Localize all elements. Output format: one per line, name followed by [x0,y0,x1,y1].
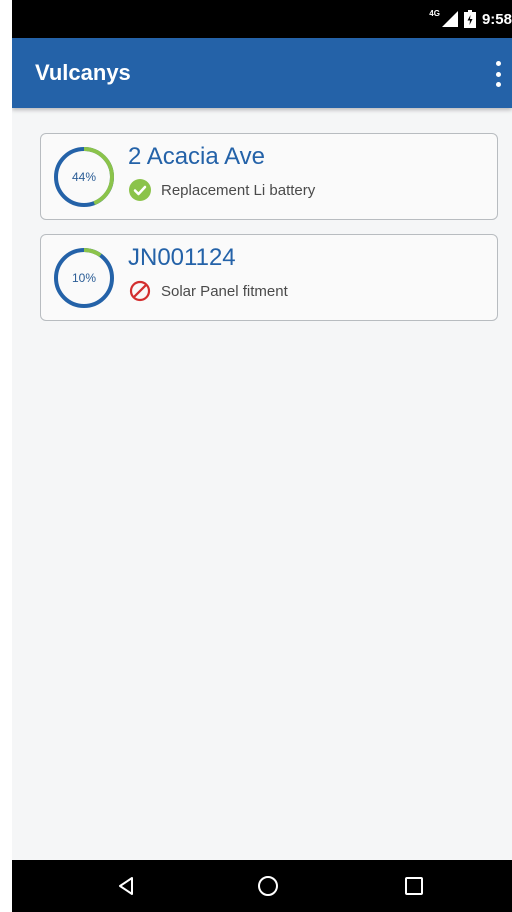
progress-ring: 44% [53,146,115,208]
progress-label: 10% [71,271,97,285]
home-icon[interactable] [243,860,293,912]
status-time: 9:58 [481,10,512,28]
network-type: 4G [429,8,440,18]
more-vert-icon[interactable] [490,61,506,87]
job-description: Solar Panel fitment [161,282,288,300]
nav-bar [12,860,512,912]
app-bar: Vulcanys [12,38,512,108]
job-card[interactable]: 44% 2 Acacia Ave Replacement Li battery [40,133,498,220]
job-status-row: Solar Panel fitment [129,280,288,302]
job-title: 2 Acacia Ave [128,143,265,170]
job-status-row: Replacement Li battery [129,179,315,201]
check-circle-icon [129,179,151,201]
phone-screen: 4G 9:58 Vulcanys 44% 2 Acacia Ave Replac… [12,0,512,912]
progress-ring: 10% [53,247,115,309]
job-title: JN001124 [128,244,236,271]
job-description: Replacement Li battery [161,181,316,199]
back-icon[interactable] [101,860,151,912]
job-list: 44% 2 Acacia Ave Replacement Li battery … [40,133,498,335]
prohibited-icon [129,280,151,302]
app-title: Vulcanys [35,60,131,85]
progress-label: 44% [71,170,97,184]
job-card[interactable]: 10% JN001124 Solar Panel fitment [40,234,498,321]
status-bar: 4G 9:58 [12,0,512,38]
battery-icon [463,10,476,28]
recents-icon[interactable] [389,860,439,912]
signal-icon [441,11,458,27]
status-icons: 4G 9:58 [429,0,512,38]
